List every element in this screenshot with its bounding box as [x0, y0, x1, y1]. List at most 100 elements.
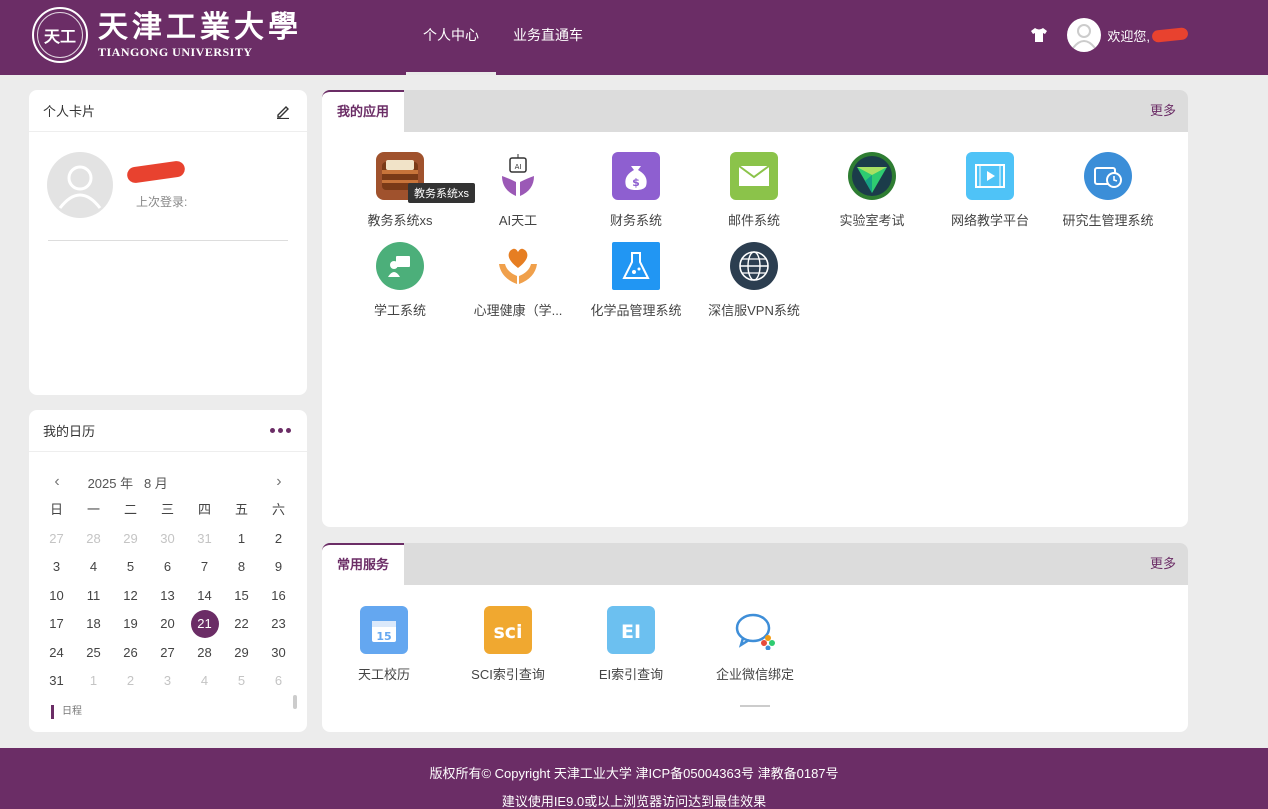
video-icon	[966, 152, 1014, 200]
calendar-card: 我的日历 ‹ 2025 年 8 月 › 日一二三四五六 27 28 29 30 31 1 2 3…	[29, 410, 307, 732]
calendar-day[interactable]: 15	[223, 582, 260, 611]
shirt-icon[interactable]	[1029, 25, 1049, 45]
calendar-day[interactable]: 18	[75, 610, 112, 639]
app-tile-1[interactable]: AI AI天工	[459, 152, 577, 229]
app-tile-10[interactable]: 深信服VPN系统	[695, 242, 813, 319]
calendar-day[interactable]: 25	[75, 639, 112, 668]
ei-icon: EI	[607, 606, 655, 654]
page-footer: 版权所有© Copyright 天津工业大学 津ICP备05004363号 津教…	[0, 748, 1268, 809]
service-tile-2[interactable]: EI EI索引查询	[572, 606, 690, 683]
apps-more-link[interactable]: 更多	[1150, 90, 1176, 132]
calendar-day[interactable]: 29	[112, 525, 149, 554]
calendar-day[interactable]: 29	[223, 639, 260, 668]
calendar-day[interactable]: 26	[112, 639, 149, 668]
weekday-header: 六	[271, 502, 285, 517]
app-tooltip: 教务系统xs	[408, 183, 475, 203]
service-tile-1[interactable]: sci SCI索引查询	[449, 606, 567, 683]
calendar-scrollbar[interactable]	[293, 695, 297, 709]
weekday-header: 五	[234, 502, 248, 517]
calendar-day[interactable]: 14	[186, 582, 223, 611]
seal-text: 天工	[43, 27, 76, 46]
calendar-day[interactable]: 9	[260, 553, 297, 582]
calendar-day[interactable]: 1	[75, 667, 112, 696]
copyright-text: 版权所有© Copyright 天津工业大学 津ICP备05004363号 津教…	[429, 766, 839, 781]
schedule-label[interactable]: 日程	[51, 705, 82, 719]
user-avatar[interactable]	[1067, 18, 1102, 52]
edit-icon[interactable]	[275, 103, 291, 119]
calendar-day[interactable]: 20	[149, 610, 186, 639]
university-logo[interactable]: 天工 天津工業大學 TIANGONG UNIVERSITY	[32, 7, 302, 63]
nav-business-express[interactable]: 业务直通车	[496, 0, 600, 75]
app-tile-label: 心理健康（学...	[473, 303, 563, 318]
app-tile-3[interactable]: 邮件系统	[695, 152, 813, 229]
weekday-header: 二	[123, 502, 137, 517]
app-tile-6[interactable]: 研究生管理系统	[1049, 152, 1167, 229]
calendar-day[interactable]: 23	[260, 610, 297, 639]
calendar-day[interactable]: 3	[38, 553, 75, 582]
profile-divider	[48, 240, 288, 241]
tab-common-services[interactable]: 常用服务	[322, 543, 404, 585]
calendar-day[interactable]: 4	[75, 553, 112, 582]
app-tile-4[interactable]: 实验室考试	[813, 152, 931, 229]
prev-month-icon[interactable]: ‹	[47, 473, 67, 491]
calendar-day[interactable]: 3	[149, 667, 186, 696]
logo-chinese-name: 天津工業大學	[98, 9, 302, 45]
calendar-day[interactable]: 31	[38, 667, 75, 696]
calendar-day[interactable]: 5	[223, 667, 260, 696]
calendar-day[interactable]: 22	[223, 610, 260, 639]
calendar-day[interactable]: 2	[112, 667, 149, 696]
calendar-day[interactable]: 6	[149, 553, 186, 582]
calendar-day[interactable]: 4	[186, 667, 223, 696]
calendar-day[interactable]: 28	[186, 639, 223, 668]
app-tile-label: 深信服VPN系统	[708, 303, 800, 318]
app-tile-label: AI天工	[498, 213, 538, 228]
calendar-day[interactable]: 24	[38, 639, 75, 668]
calendar-day[interactable]: 1	[223, 525, 260, 554]
calendar-day[interactable]: 11	[75, 582, 112, 611]
calendar-day[interactable]: 13	[149, 582, 186, 611]
app-tile-9[interactable]: 化学品管理系统	[577, 242, 695, 319]
calendar-day[interactable]: 12	[112, 582, 149, 611]
app-tile-5[interactable]: 网络教学平台	[931, 152, 1049, 229]
calendar-day[interactable]: 5	[112, 553, 149, 582]
calendar-day[interactable]: 2	[260, 525, 297, 554]
service-tile-3[interactable]: 企业微信绑定	[696, 606, 814, 683]
redacted-username	[1151, 27, 1189, 43]
calendar-day[interactable]: 30	[149, 525, 186, 554]
top-header: 天工 天津工業大學 TIANGONG UNIVERSITY 个人中心 业务直通车…	[0, 0, 1268, 75]
calendar-day[interactable]: 7	[186, 553, 223, 582]
tab-my-apps[interactable]: 我的应用	[322, 90, 404, 132]
calendar-day[interactable]: 27	[38, 525, 75, 554]
calendar-day[interactable]: 28	[75, 525, 112, 554]
calendar-day[interactable]: 10	[38, 582, 75, 611]
service-tile-label: 天工校历	[357, 667, 410, 682]
app-tile-label: 实验室考试	[839, 213, 905, 228]
next-month-icon[interactable]: ›	[269, 473, 289, 491]
calendar-card-title: 我的日历	[43, 424, 96, 439]
flask-icon	[612, 242, 660, 290]
calendar-day[interactable]: 17	[38, 610, 75, 639]
service-tile-label: 企业微信绑定	[715, 667, 794, 682]
nav-personal-center[interactable]: 个人中心	[406, 0, 496, 75]
calendar-day-today[interactable]: 21	[186, 610, 223, 639]
app-tile-2[interactable]: $ 财务系统	[577, 152, 695, 229]
calendar-day[interactable]: 16	[260, 582, 297, 611]
more-options-icon[interactable]	[270, 428, 291, 433]
carousel-indicator[interactable]	[740, 705, 770, 707]
weekday-header: 日	[49, 502, 63, 517]
wecom-icon	[731, 606, 779, 654]
calendar-day[interactable]: 8	[223, 553, 260, 582]
calendar-day[interactable]: 19	[112, 610, 149, 639]
app-tile-7[interactable]: 学工系统	[341, 242, 459, 319]
calendar-day[interactable]: 27	[149, 639, 186, 668]
calendar-day[interactable]: 30	[260, 639, 297, 668]
student-icon	[376, 242, 424, 290]
heart-hands-icon	[494, 242, 542, 290]
svg-text:sci: sci	[493, 621, 522, 643]
svg-text:15: 15	[376, 630, 391, 643]
app-tile-8[interactable]: 心理健康（学...	[459, 242, 577, 319]
calendar-day[interactable]: 6	[260, 667, 297, 696]
services-more-link[interactable]: 更多	[1150, 543, 1176, 585]
service-tile-0[interactable]: 15 天工校历	[325, 606, 443, 683]
calendar-day[interactable]: 31	[186, 525, 223, 554]
